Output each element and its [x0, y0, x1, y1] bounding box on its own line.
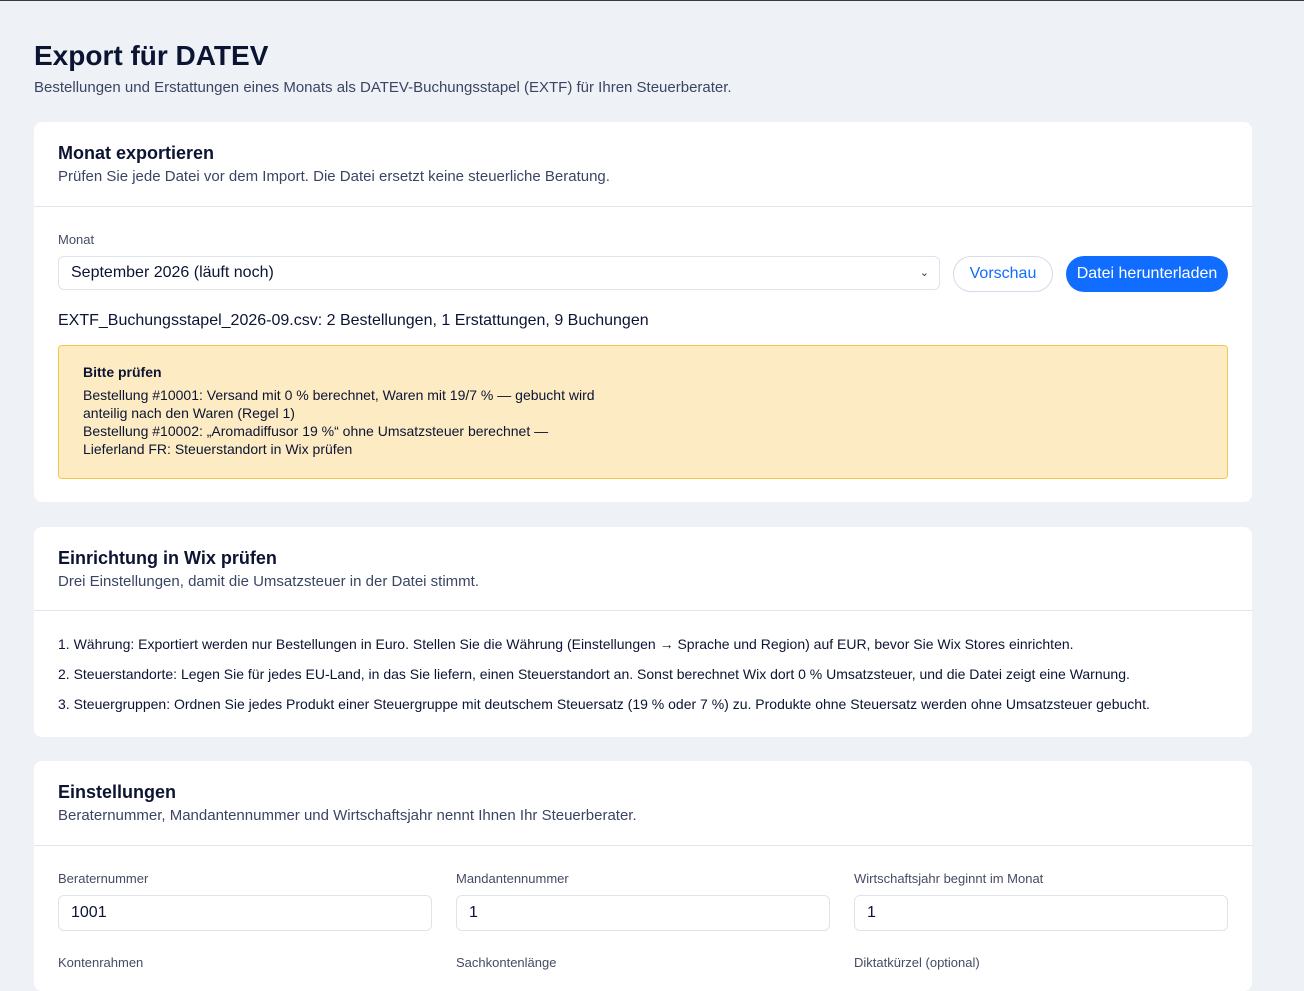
chevron-down-icon: ⌄: [919, 267, 929, 279]
page-header: Export für DATEV Bestellungen und Erstat…: [34, 38, 1252, 98]
setup-card-title: Einrichtung in Wix prüfen: [58, 548, 277, 568]
settings-card-title: Einstellungen: [58, 782, 177, 802]
page-title: Export für DATEV: [34, 40, 269, 71]
settings-card-subtitle: Beraternummer, Mandantennummer und Wirts…: [58, 807, 637, 824]
sachkontenlaenge-label: Sachkontenlänge: [456, 955, 557, 970]
warning-line: Lieferland FR: Steuerstandort in Wix prü…: [83, 441, 353, 457]
setup-card: Einrichtung in Wix prüfen Drei Einstellu…: [34, 527, 1252, 737]
export-summary: EXTF_Buchungsstapel_2026-09.csv: 2 Beste…: [58, 312, 649, 329]
setup-card-subtitle: Drei Einstellungen, damit die Umsatzsteu…: [58, 573, 479, 590]
month-label: Monat: [58, 232, 95, 247]
kontenrahmen-label: Kontenrahmen: [58, 955, 144, 970]
export-card-subtitle: Prüfen Sie jede Datei vor dem Import. Di…: [58, 168, 610, 185]
setup-step-currency: 1. Währung: Exportiert werden nur Bestel…: [58, 636, 1074, 652]
settings-card: Einstellungen Beraternummer, Mandantennu…: [34, 761, 1252, 991]
warning-line: Bestellung #10002: „Aromadiffusor 19 %“ …: [83, 423, 549, 439]
mandantennummer-label: Mandantennummer: [456, 871, 569, 886]
export-card: Monat exportieren Prüfen Sie jede Datei …: [34, 122, 1252, 502]
export-card-title: Monat exportieren: [58, 143, 215, 163]
settings-card-divider: [34, 845, 1252, 846]
diktatkuerzel-label: Diktatkürzel (optional): [854, 955, 980, 970]
month-select-value: September 2026 (läuft noch): [71, 264, 274, 281]
month-select[interactable]: September 2026 (läuft noch) ⌄: [58, 256, 940, 290]
setup-step-tax-locations: 2. Steuerstandorte: Legen Sie für jedes …: [58, 666, 1130, 682]
warning-box: Bitte prüfen Bestellung #10001: Versand …: [58, 345, 1228, 479]
setup-steps: 1. Währung: Exportiert werden nur Bestel…: [58, 635, 1228, 725]
export-card-divider: [34, 206, 1252, 207]
beraternummer-input[interactable]: 1001: [58, 895, 432, 931]
preview-button[interactable]: Vorschau: [953, 256, 1053, 292]
wirtschaftsjahr-label: Wirtschaftsjahr beginnt im Monat: [854, 871, 1044, 886]
mandantennummer-input[interactable]: 1: [456, 895, 830, 931]
setup-card-divider: [34, 610, 1252, 611]
warning-line: Bestellung #10001: Versand mit 0 % berec…: [83, 387, 595, 403]
beraternummer-label: Beraternummer: [58, 871, 149, 886]
wirtschaftsjahr-input[interactable]: 1: [854, 895, 1228, 931]
download-button[interactable]: Datei herunterladen: [1066, 256, 1228, 292]
warning-title: Bitte prüfen: [83, 364, 162, 380]
setup-step-tax-groups: 3. Steuergruppen: Ordnen Sie jedes Produ…: [58, 696, 1150, 712]
warning-line: anteilig nach den Waren (Regel 1): [83, 405, 295, 421]
window-top-border: [0, 0, 1304, 1]
page-subtitle: Bestellungen und Erstattungen eines Mona…: [34, 79, 732, 96]
